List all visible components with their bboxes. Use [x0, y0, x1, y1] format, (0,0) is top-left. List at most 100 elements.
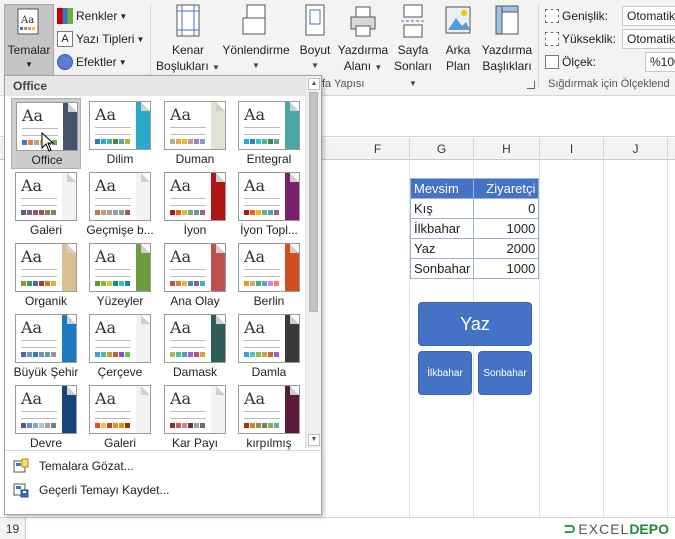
- print-area-button[interactable]: Yazdırma Alanı ▼: [335, 4, 391, 76]
- theme-tile[interactable]: Aa Dilim: [85, 98, 155, 169]
- theme-font-sample: Aa: [95, 389, 117, 408]
- theme-text-lines: [95, 198, 131, 206]
- theme-color-swatch: [262, 352, 267, 357]
- theme-text-lines: [170, 127, 206, 135]
- theme-tile[interactable]: Aa İyon: [160, 169, 230, 240]
- theme-tile[interactable]: Aa Yüzeyler: [85, 240, 155, 311]
- background-button[interactable]: Arka Plan: [438, 4, 478, 74]
- theme-name: Kar Payı: [171, 436, 219, 450]
- theme-tile[interactable]: Aa Damla: [234, 311, 304, 382]
- table-cell[interactable]: Yaz: [409, 238, 475, 259]
- table-cell[interactable]: 1000: [473, 218, 540, 239]
- chevron-down-icon: ▼: [25, 60, 33, 69]
- theme-color-swatch: [182, 210, 187, 215]
- theme-color-swatch: [51, 352, 56, 357]
- page-setup-launcher-icon[interactable]: [527, 81, 535, 89]
- theme-font-sample: Aa: [95, 105, 117, 124]
- theme-color-swatch: [244, 281, 249, 286]
- height-select[interactable]: Otomatik: [622, 29, 675, 49]
- theme-color-swatch: [107, 352, 112, 357]
- theme-color-swatch: [188, 139, 193, 144]
- table-cell[interactable]: 2000: [473, 238, 540, 259]
- theme-font-sample: Aa: [21, 318, 43, 337]
- page-fold-icon: [67, 173, 76, 182]
- breaks-button[interactable]: Sayfa Sonları ▼: [390, 4, 436, 92]
- theme-name: Büyük Şehir: [13, 365, 79, 379]
- theme-tile[interactable]: Aa Galeri: [85, 382, 155, 453]
- theme-color-swatch: [262, 281, 267, 286]
- theme-tile[interactable]: Aa Geçmişe b...: [85, 169, 155, 240]
- theme-color-swatch: [250, 281, 255, 286]
- theme-color-swatch: [176, 423, 181, 428]
- theme-name: Berlin: [253, 294, 285, 308]
- theme-tile[interactable]: Aa Kar Payı: [160, 382, 230, 453]
- theme-color-swatch: [125, 352, 130, 357]
- scroll-up-icon[interactable]: ▲: [308, 78, 320, 90]
- theme-tile[interactable]: Aa Duman: [160, 98, 230, 169]
- scale-label: Ölçek:: [545, 52, 596, 72]
- margins-button[interactable]: Kenar Boşlukları ▼: [155, 4, 221, 76]
- theme-text-lines: [244, 340, 280, 348]
- theme-color-swatch: [45, 423, 50, 428]
- orientation-button[interactable]: Yönlendirme ▼: [220, 4, 292, 74]
- theme-text-lines: [21, 411, 57, 419]
- themes-button[interactable]: Aa Temalar ▼: [4, 4, 54, 76]
- themes-scrollbar[interactable]: ▲ ▼: [305, 76, 321, 448]
- width-select[interactable]: Otomatik: [622, 6, 675, 26]
- theme-color-swatch: [268, 423, 273, 428]
- theme-font-sample: Aa: [170, 389, 192, 408]
- theme-tile[interactable]: Aa Organik: [11, 240, 81, 311]
- theme-tile[interactable]: Aa kırpılmış: [234, 382, 304, 453]
- fonts-button[interactable]: A Yazı Tipleri ▼: [57, 29, 144, 49]
- theme-tile[interactable]: Aa Devre: [11, 382, 81, 453]
- theme-color-swatch: [119, 423, 124, 428]
- theme-color-swatch: [113, 423, 118, 428]
- smartart-box-summer[interactable]: Yaz: [418, 302, 532, 346]
- column-header-i[interactable]: I: [540, 138, 604, 160]
- print-titles-button[interactable]: Yazdırma Başlıkları: [478, 4, 536, 74]
- page-fold-icon: [141, 315, 150, 324]
- colors-button[interactable]: Renkler ▼: [57, 6, 127, 26]
- theme-color-swatch: [101, 210, 106, 215]
- theme-font-sample: Aa: [244, 389, 266, 408]
- table-cell[interactable]: İlkbahar: [409, 218, 475, 239]
- smartart-box-spring[interactable]: İlkbahar: [418, 351, 472, 395]
- scroll-thumb[interactable]: [309, 92, 318, 312]
- table-header-visitors[interactable]: Ziyaretçi: [473, 178, 540, 199]
- theme-tile[interactable]: Aa Ana Olay: [160, 240, 230, 311]
- table-cell[interactable]: 1000: [473, 258, 540, 279]
- theme-thumbnail: Aa: [15, 172, 77, 221]
- theme-tile[interactable]: Aa Galeri: [11, 169, 81, 240]
- scale-input[interactable]: %100: [645, 52, 675, 72]
- page-fold-icon: [67, 386, 76, 395]
- theme-name: Çerçeve: [97, 365, 143, 379]
- effects-button[interactable]: Efektler ▼: [57, 52, 127, 72]
- column-header-g[interactable]: G: [410, 138, 474, 160]
- theme-thumbnail: Aa: [89, 243, 151, 292]
- theme-color-swatch: [39, 352, 44, 357]
- save-current-theme-button[interactable]: Geçerli Temayı Kaydet...: [5, 479, 321, 501]
- theme-thumbnail: Aa: [164, 385, 226, 434]
- column-header-h[interactable]: H: [474, 138, 540, 160]
- theme-thumbnail: Aa: [164, 243, 226, 292]
- column-header-f[interactable]: F: [346, 138, 410, 160]
- size-button[interactable]: Boyut ▼: [295, 4, 335, 74]
- theme-tile[interactable]: Aa İyon Topl...: [234, 169, 304, 240]
- table-cell[interactable]: Sonbahar: [409, 258, 475, 279]
- column-header-j[interactable]: J: [604, 138, 668, 160]
- theme-tile[interactable]: Aa Damask: [160, 311, 230, 382]
- table-header-season[interactable]: Mevsim: [409, 178, 475, 199]
- theme-tile[interactable]: Aa Büyük Şehir: [11, 311, 81, 382]
- theme-tile[interactable]: Aa Berlin: [234, 240, 304, 311]
- browse-themes-button[interactable]: Temalara Gözat...: [5, 455, 321, 477]
- table-cell[interactable]: Kış: [409, 198, 475, 219]
- theme-color-swatch: [95, 281, 100, 286]
- theme-tile[interactable]: Aa Entegral: [234, 98, 304, 169]
- table-cell[interactable]: 0: [473, 198, 540, 219]
- theme-tile[interactable]: Aa Çerçeve: [85, 311, 155, 382]
- smartart-box-autumn[interactable]: Sonbahar: [478, 351, 532, 395]
- scroll-down-icon[interactable]: ▼: [308, 434, 320, 446]
- theme-color-swatch: [39, 210, 44, 215]
- theme-text-lines: [170, 269, 206, 277]
- row-header-19[interactable]: 19: [0, 518, 26, 539]
